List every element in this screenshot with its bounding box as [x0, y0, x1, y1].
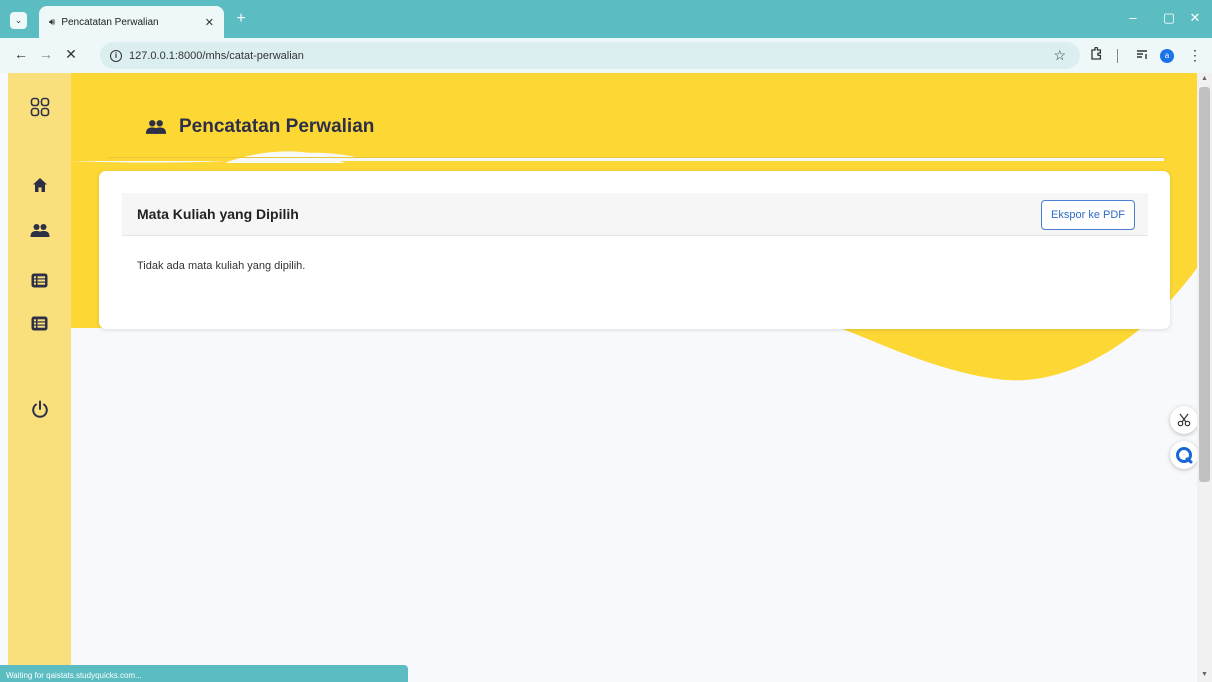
page-title: Pencatatan Perwalian — [145, 116, 374, 138]
selected-courses-card: Mata Kuliah yang Dipilih Ekspor ke PDF T… — [99, 171, 1170, 329]
site-info-icon[interactable]: i — [110, 49, 122, 62]
empty-state-message: Tidak ada mata kuliah yang dipilih. — [137, 260, 306, 272]
list-icon[interactable] — [8, 316, 71, 331]
extensions-icon[interactable] — [1087, 46, 1105, 64]
header-divider — [108, 157, 1164, 158]
browser-tab[interactable]: 🔊︎ Pencatatan Perwalian ✕ — [39, 6, 224, 38]
grid-icon[interactable] — [8, 97, 71, 117]
home-icon[interactable] — [8, 177, 71, 193]
power-icon[interactable] — [8, 400, 71, 419]
list-icon[interactable] — [8, 273, 71, 288]
minimize-button[interactable]: – — [1123, 10, 1143, 25]
yellow-background-shape — [70, 73, 1197, 381]
scroll-up-arrow-icon[interactable]: ▲ — [1197, 75, 1212, 82]
card-header: Mata Kuliah yang Dipilih Ekspor ke PDF — [122, 193, 1148, 236]
toolbar-divider — [1117, 49, 1118, 63]
assistant-icon[interactable] — [1170, 441, 1198, 469]
scissors-icon[interactable] — [1170, 406, 1198, 434]
users-icon[interactable] — [8, 223, 71, 239]
address-url: 127.0.0.1:8000/mhs/catat-perwalian — [129, 49, 304, 62]
export-pdf-button[interactable]: Ekspor ke PDF — [1041, 200, 1135, 230]
tab-search-button[interactable]: ⌄ — [10, 12, 27, 29]
sidebar — [8, 73, 71, 682]
tab-title: Pencatatan Perwalian — [61, 16, 159, 28]
new-tab-button[interactable]: + — [232, 10, 250, 28]
bookmark-star-icon[interactable]: ☆ — [1053, 47, 1066, 64]
browser-tab-bar: ⌄ 🔊︎ Pencatatan Perwalian ✕ + – ▢ ✕ — [0, 0, 1212, 38]
status-bar: Waiting for qaistats.studyquicks.com... — [0, 665, 408, 682]
audio-icon: 🔊︎ — [49, 16, 56, 28]
close-window-button[interactable]: ✕ — [1185, 10, 1205, 26]
restore-button[interactable]: ▢ — [1159, 10, 1179, 26]
page-heading: Pencatatan Perwalian — [179, 116, 375, 137]
back-icon[interactable]: ← — [12, 46, 30, 62]
browser-menu-icon[interactable]: ⋮ — [1186, 47, 1204, 64]
forward-icon[interactable]: → — [37, 46, 55, 62]
address-bar[interactable]: i 127.0.0.1:8000/mhs/catat-perwalian ☆ — [100, 42, 1080, 69]
tab-close-icon[interactable]: ✕ — [205, 16, 214, 29]
page-viewport: Pencatatan Perwalian Mata Kuliah yang Di… — [0, 73, 1212, 682]
scrollbar[interactable]: ▲ ▼ — [1197, 73, 1212, 682]
profile-avatar[interactable]: a — [1160, 49, 1174, 63]
scroll-down-arrow-icon[interactable]: ▼ — [1197, 671, 1212, 678]
scrollbar-thumb[interactable] — [1199, 87, 1210, 482]
stop-loading-icon[interactable]: ✕ — [62, 46, 80, 63]
users-icon — [145, 119, 167, 134]
reading-list-icon[interactable] — [1133, 47, 1151, 64]
card-title: Mata Kuliah yang Dipilih — [137, 206, 299, 222]
browser-toolbar: ← → ✕ i 127.0.0.1:8000/mhs/catat-perwali… — [0, 38, 1212, 73]
status-text: Waiting for qaistats.studyquicks.com... — [6, 671, 142, 680]
